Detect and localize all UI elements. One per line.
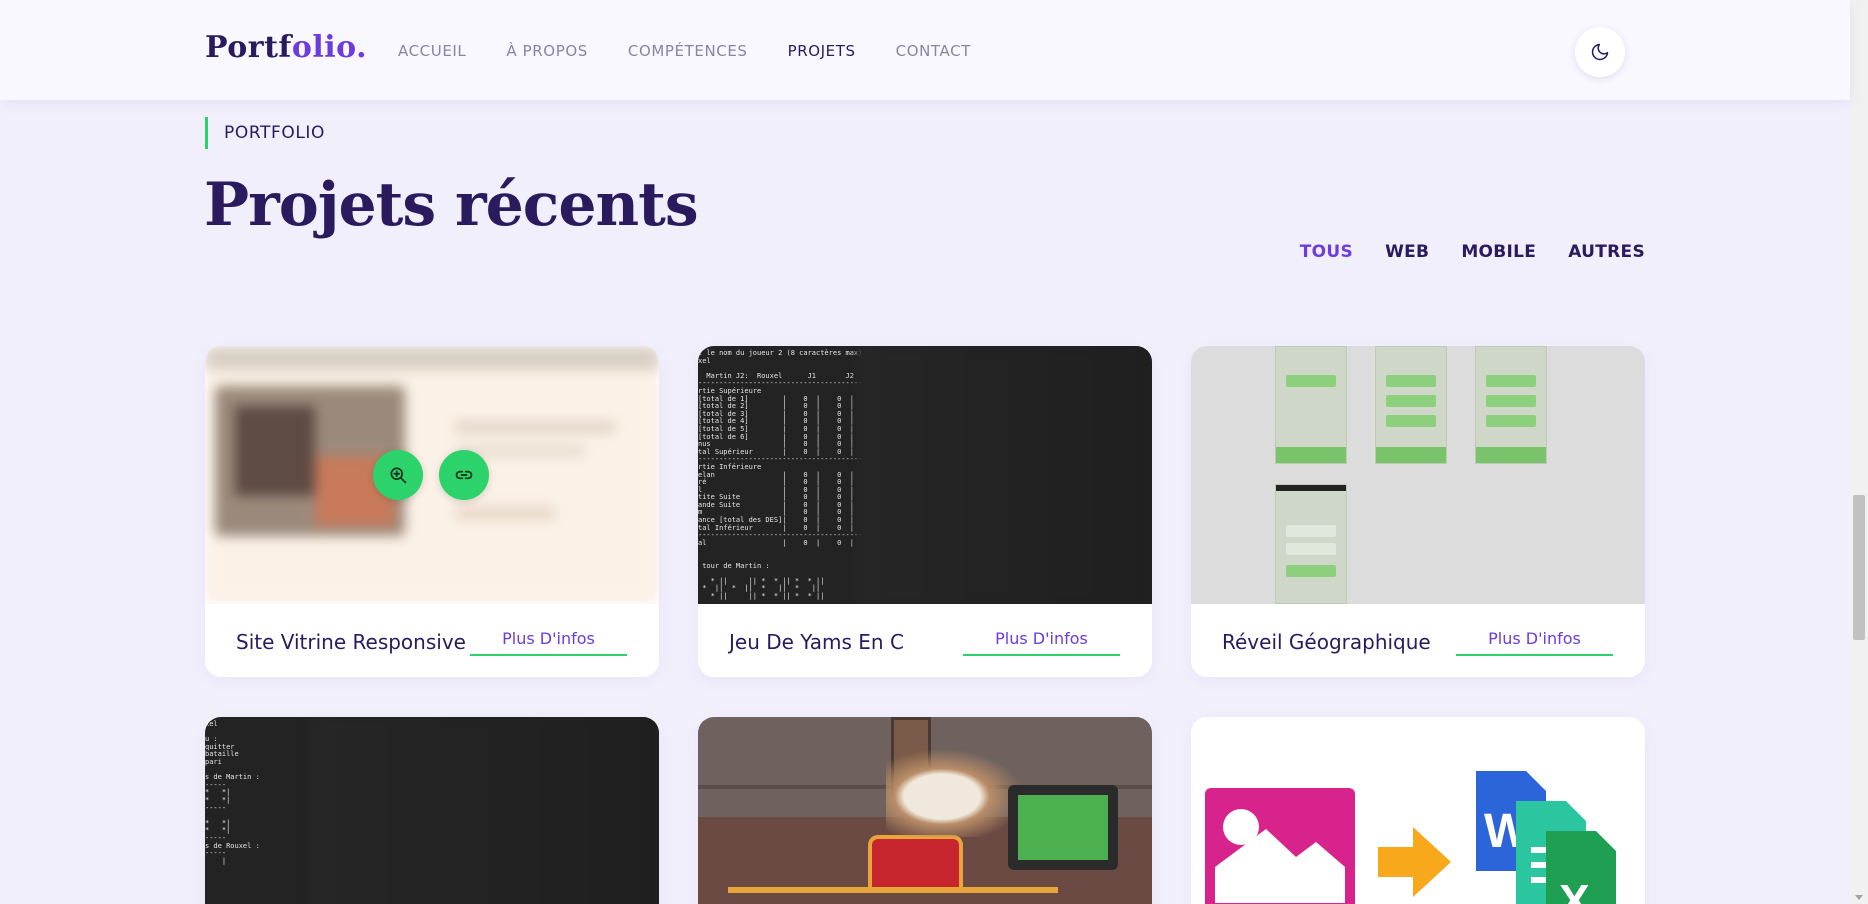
main-nav: ACCUEIL À PROPOS COMPÉTENCES PROJETS CON… bbox=[398, 42, 971, 60]
phone-mockup bbox=[1475, 346, 1547, 464]
nav-projets[interactable]: PROJETS bbox=[788, 42, 856, 60]
project-thumbnail[interactable]: z le nom du joueur 2 (8 caractères max) … bbox=[698, 346, 1152, 604]
svg-text:X: X bbox=[1559, 875, 1590, 904]
more-info-link[interactable]: Plus D'infos bbox=[963, 629, 1120, 656]
scrollbar-thumb[interactable] bbox=[1853, 495, 1865, 640]
zoom-in-icon bbox=[390, 467, 407, 484]
filter-mobile[interactable]: MOBILE bbox=[1461, 242, 1536, 262]
link-icon bbox=[455, 470, 473, 480]
project-card: z le nom du joueur 2 (8 caractères max) … bbox=[698, 346, 1152, 677]
terminal-line: xel bbox=[698, 356, 711, 365]
project-card: Réveil Géographique Plus D'infos bbox=[1191, 346, 1645, 677]
card-footer: Réveil Géographique Plus D'infos bbox=[1191, 604, 1645, 677]
phone-mockup bbox=[1275, 484, 1347, 604]
phone-mockup bbox=[1275, 346, 1347, 464]
mobile-mockups bbox=[1191, 346, 1645, 604]
project-card: W X bbox=[1191, 717, 1645, 904]
terminal-line: * || || * * || * * || bbox=[698, 592, 825, 600]
filter-tous[interactable]: TOUS bbox=[1300, 242, 1353, 262]
project-title: Site Vitrine Responsive bbox=[236, 630, 466, 654]
project-title: Réveil Géographique bbox=[1222, 630, 1431, 654]
link-button[interactable] bbox=[439, 450, 489, 500]
project-card: Site Vitrine Responsive Plus D'infos bbox=[205, 346, 659, 677]
project-thumbnail[interactable] bbox=[698, 717, 1152, 904]
card-footer: Jeu De Yams En C Plus D'infos bbox=[698, 604, 1152, 677]
project-thumbnail[interactable] bbox=[205, 346, 659, 604]
nav-accueil[interactable]: ACCUEIL bbox=[398, 42, 466, 60]
blurred-website-screenshot bbox=[205, 346, 659, 604]
phone-mockup bbox=[1375, 346, 1447, 464]
blurred-terminal-area bbox=[857, 346, 1152, 604]
project-thumbnail[interactable] bbox=[1191, 346, 1645, 604]
section-title: Projets récents bbox=[204, 170, 699, 240]
terminal-line: al | 0 | 0 | bbox=[698, 538, 854, 547]
filter-autres[interactable]: AUTRES bbox=[1568, 242, 1645, 262]
terminal-screenshot: z le nom du joueur 2 (8 caractères max) … bbox=[698, 346, 1152, 604]
more-info-link[interactable]: Plus D'infos bbox=[1456, 629, 1613, 656]
converter-illustration: W X bbox=[1205, 771, 1616, 904]
logo-accent-text: olio. bbox=[291, 30, 368, 65]
moon-icon bbox=[1591, 43, 1609, 61]
scroll-down-arrow[interactable] bbox=[1855, 895, 1863, 900]
nav-contact[interactable]: CONTACT bbox=[896, 42, 971, 60]
zoom-button[interactable] bbox=[373, 450, 423, 500]
project-thumbnail[interactable]: xel u : quitter bataille pari s de Martin :… bbox=[205, 717, 659, 904]
more-info-link[interactable]: Plus D'infos bbox=[470, 629, 627, 656]
site-header: Portfolio. ACCUEIL À PROPOS COMPÉTENCES … bbox=[0, 0, 1850, 100]
logo[interactable]: Portfolio. bbox=[205, 30, 367, 65]
logo-text: Portf bbox=[205, 30, 292, 65]
terminal-line: tour de Martin : bbox=[698, 561, 770, 570]
project-card: xel u : quitter bataille pari s de Martin :… bbox=[205, 717, 659, 904]
blurred-terminal-area bbox=[309, 717, 659, 904]
filter-web[interactable]: WEB bbox=[1385, 242, 1429, 262]
card-footer: Site Vitrine Responsive Plus D'infos bbox=[205, 604, 659, 677]
project-thumbnail[interactable]: W X bbox=[1191, 717, 1645, 904]
nav-competences[interactable]: COMPÉTENCES bbox=[628, 42, 748, 60]
project-filters: TOUS WEB MOBILE AUTRES bbox=[1300, 242, 1645, 262]
nav-a-propos[interactable]: À PROPOS bbox=[506, 42, 587, 60]
page-scrollbar[interactable] bbox=[1850, 0, 1868, 904]
terminal-screenshot: xel u : quitter bataille pari s de Martin :… bbox=[205, 717, 659, 904]
arrow-right-icon bbox=[1378, 827, 1451, 897]
terminal-line: z le nom du joueur 2 (8 caractères max) … bbox=[698, 349, 871, 357]
terminal-text: z le nom du joueur 2 (8 caractères max) … bbox=[698, 349, 879, 604]
project-card bbox=[698, 717, 1152, 904]
image-to-office-converter: W X bbox=[1191, 717, 1645, 904]
project-title: Jeu De Yams En C bbox=[729, 630, 904, 654]
theme-toggle-button[interactable] bbox=[1575, 27, 1625, 77]
pixel-art-cats bbox=[698, 717, 1152, 904]
section-eyebrow: PORTFOLIO bbox=[205, 117, 325, 149]
